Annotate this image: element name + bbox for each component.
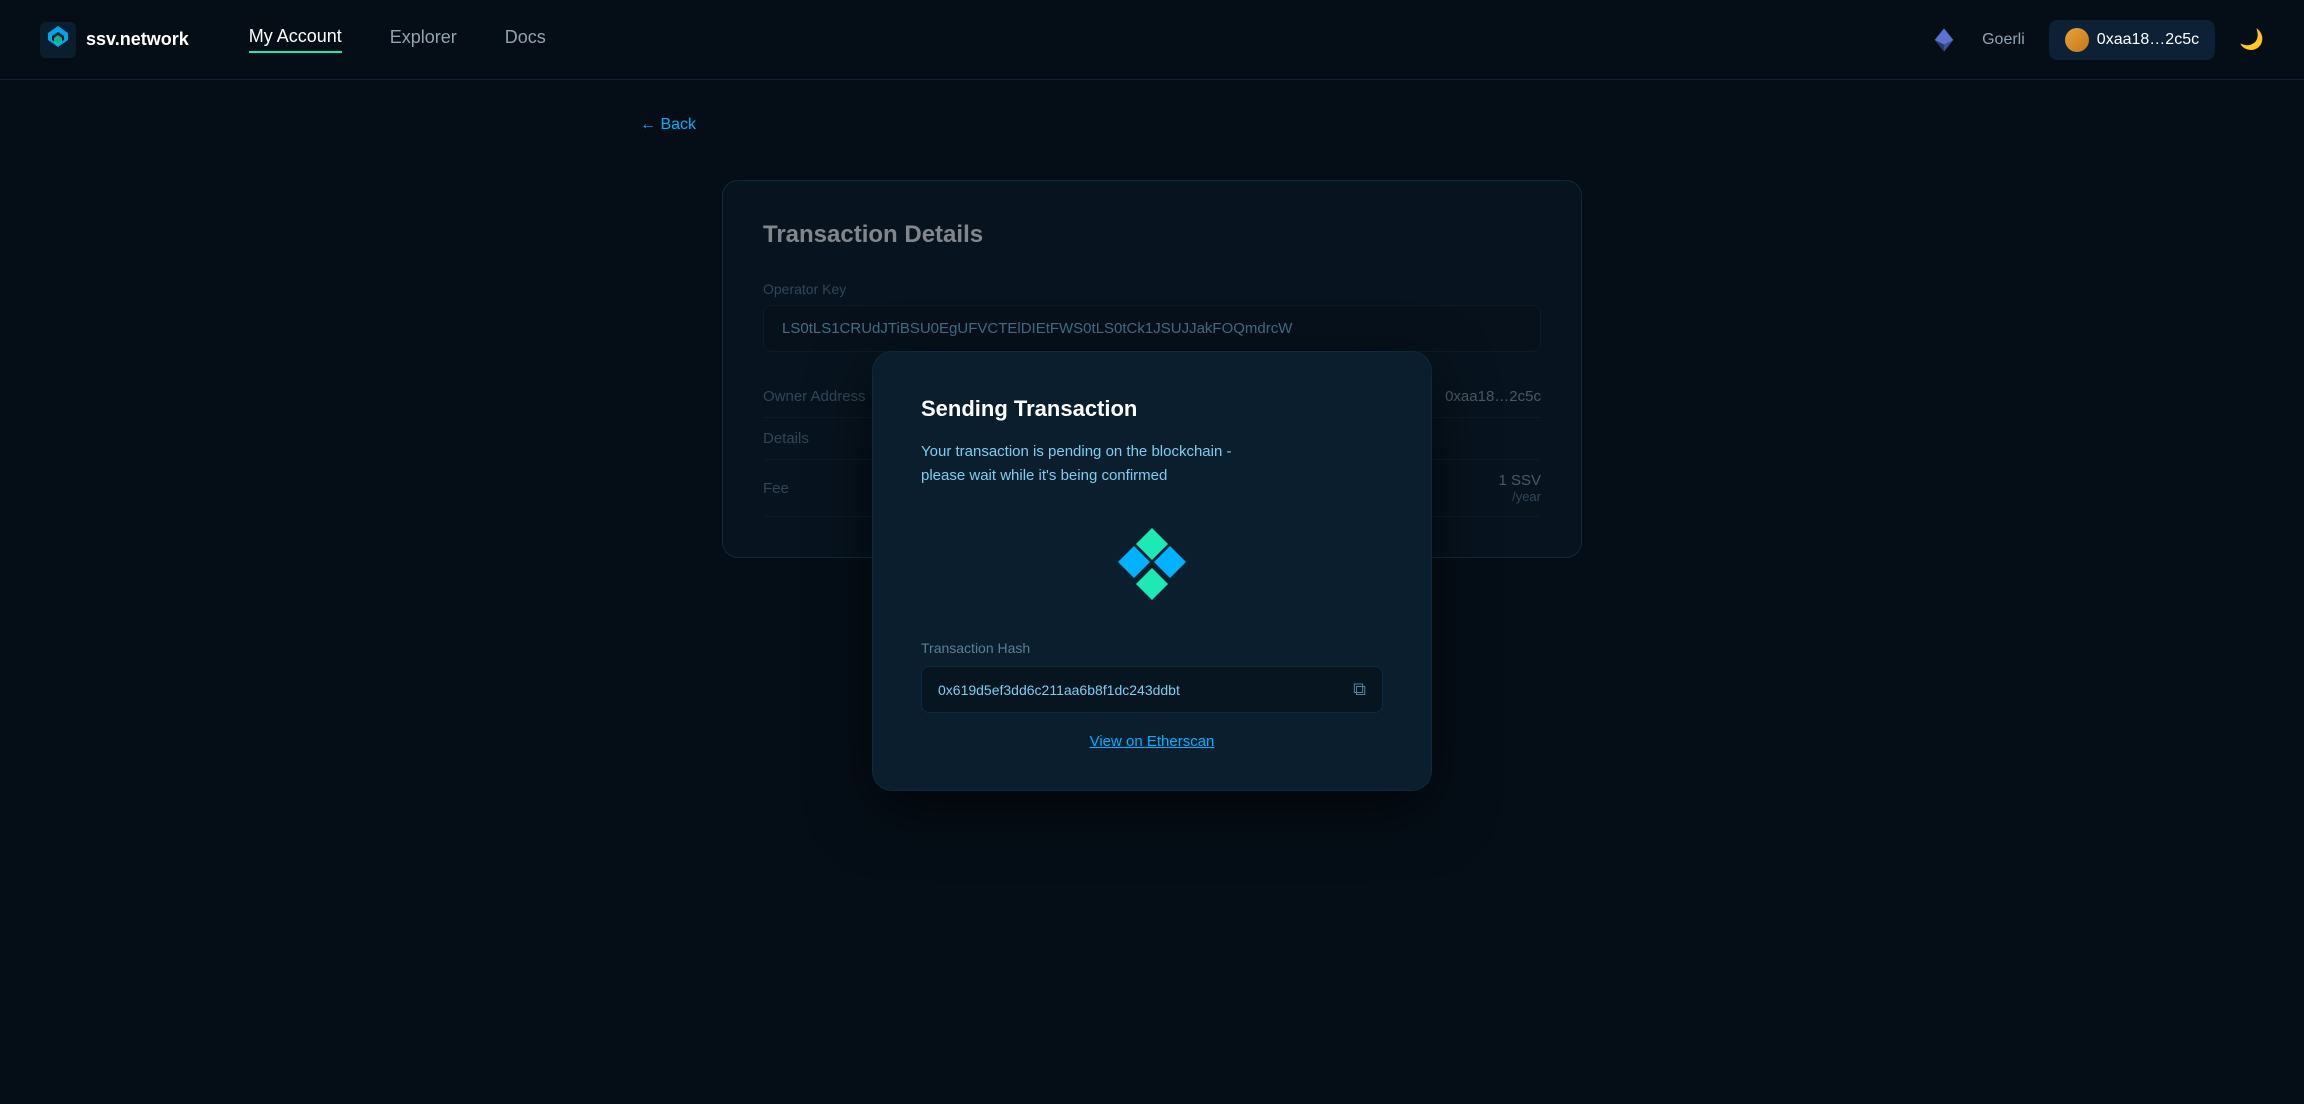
navbar: ssv.network My Account Explorer Docs Goe… bbox=[0, 0, 2304, 80]
modal-logo bbox=[921, 524, 1383, 604]
owner-address-value: 0xaa18…2c5c bbox=[1445, 388, 1541, 405]
modal-title: Sending Transaction bbox=[921, 396, 1137, 422]
theme-toggle[interactable]: 🌙 bbox=[2239, 27, 2264, 52]
ssv-diamond-icon bbox=[1112, 524, 1192, 604]
navbar-right: Goerli 0xaa18…2c5c 🌙 bbox=[1930, 20, 2264, 60]
ssv-logo-icon bbox=[40, 22, 76, 58]
operator-key-label: Operator Key bbox=[763, 281, 1541, 297]
transaction-card: Transaction Details Operator Key LS0tLS1… bbox=[722, 180, 1582, 558]
wallet-badge[interactable]: 0xaa18…2c5c bbox=[2049, 20, 2215, 60]
wallet-address: 0xaa18…2c5c bbox=[2097, 31, 2199, 49]
back-link[interactable]: ← Back bbox=[640, 116, 696, 134]
fee-label: Fee bbox=[763, 480, 789, 497]
nav-explorer[interactable]: Explorer bbox=[390, 27, 457, 52]
main-content: ← Back Transaction Details Operator Key … bbox=[0, 80, 2304, 598]
logo-text: ssv.network bbox=[86, 29, 189, 50]
modal-hash-label: Transaction Hash bbox=[921, 640, 1030, 656]
nav-links: My Account Explorer Docs bbox=[249, 26, 546, 53]
logo[interactable]: ssv.network bbox=[40, 22, 189, 58]
fee-value: 1 SSV /year bbox=[1498, 472, 1541, 504]
card-title: Transaction Details bbox=[763, 221, 1541, 249]
modal-hash-text: 0x619d5ef3dd6c211aa6b8f1dc243ddbt bbox=[938, 682, 1341, 698]
modal-hash-box: 0x619d5ef3dd6c211aa6b8f1dc243ddbt ⧉ bbox=[921, 666, 1383, 713]
fee-unit: /year bbox=[1498, 489, 1541, 504]
ethereum-icon bbox=[1930, 26, 1958, 54]
etherscan-link[interactable]: View on Etherscan bbox=[921, 733, 1383, 750]
sending-transaction-modal: Sending Transaction Your transaction is … bbox=[872, 351, 1432, 791]
nav-my-account[interactable]: My Account bbox=[249, 26, 342, 53]
nav-docs[interactable]: Docs bbox=[505, 27, 546, 52]
wallet-avatar bbox=[2065, 28, 2089, 52]
modal-description: Your transaction is pending on the block… bbox=[921, 440, 1231, 488]
copy-icon[interactable]: ⧉ bbox=[1353, 679, 1366, 700]
owner-address-label: Owner Address bbox=[763, 388, 866, 405]
operator-key-group: Operator Key LS0tLS1CRUdJTiBSU0EgUFVCTEl… bbox=[763, 281, 1541, 352]
details-label: Details bbox=[763, 430, 809, 447]
operator-key-value: LS0tLS1CRUdJTiBSU0EgUFVCTElDIEtFWS0tLS0t… bbox=[763, 305, 1541, 352]
network-label: Goerli bbox=[1982, 31, 2025, 49]
